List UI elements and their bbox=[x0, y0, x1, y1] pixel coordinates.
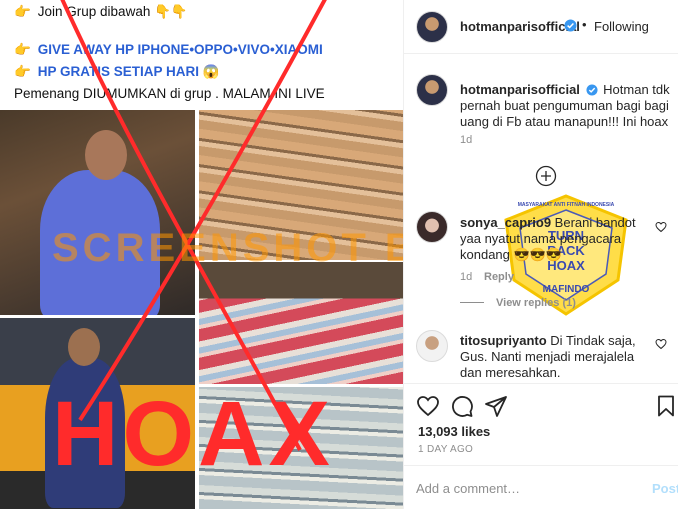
comment-icon[interactable] bbox=[450, 394, 474, 418]
comment-heart-icon[interactable] bbox=[655, 338, 667, 350]
avatar[interactable] bbox=[416, 211, 448, 243]
plus-circle-icon[interactable] bbox=[535, 165, 557, 187]
pointing-hand-icon: 👉 bbox=[14, 4, 31, 19]
post-image-line: 👉 HP GRATIS SETIAP HARI 😱 bbox=[14, 64, 220, 79]
avatar[interactable] bbox=[416, 74, 448, 106]
comment-heart-icon[interactable] bbox=[655, 221, 667, 233]
view-replies-line bbox=[460, 302, 484, 303]
view-replies-button[interactable]: View replies (1) bbox=[460, 297, 576, 309]
caption-username[interactable]: hotmanparisofficial bbox=[460, 82, 580, 97]
post-image: 👉 Join Grup dibawah 👇👇 👉 GIVE AWAY HP IP… bbox=[0, 0, 403, 509]
action-bar bbox=[404, 383, 678, 428]
screenshot-watermark: SCREENSHOT BY bbox=[52, 226, 403, 270]
comment-timestamp[interactable]: 1d bbox=[460, 271, 472, 283]
pointing-down-icon: 👇👇 bbox=[154, 4, 188, 19]
person-photo bbox=[0, 110, 195, 315]
share-icon[interactable] bbox=[484, 394, 508, 418]
post-caption: hotmanparisofficial Hotman tdk pernah bu… bbox=[460, 82, 672, 130]
post-comment-button[interactable]: Post bbox=[652, 481, 678, 496]
caption-timestamp[interactable]: 1d bbox=[460, 134, 472, 146]
comment-username[interactable]: titosupriyanto bbox=[460, 333, 547, 348]
post-image-text-panel: 👉 Join Grup dibawah 👇👇 👉 GIVE AWAY HP IP… bbox=[0, 0, 403, 108]
post-panel: hotmanparisofficial • Following hotmanpa… bbox=[403, 0, 678, 509]
person-head bbox=[85, 130, 127, 180]
verified-badge-icon bbox=[586, 84, 598, 96]
pointing-hand-icon: 👉 bbox=[14, 42, 31, 57]
verified-badge-icon bbox=[564, 19, 577, 32]
avatar[interactable] bbox=[416, 11, 448, 43]
following-button[interactable]: Following bbox=[594, 19, 649, 34]
screaming-face-icon: 😱 bbox=[202, 64, 220, 79]
post-header: hotmanparisofficial • Following bbox=[404, 0, 678, 54]
post-image-line: Pemenang DIUMUMKAN di grup . MALAM INI L… bbox=[14, 86, 325, 101]
header-separator: • bbox=[582, 17, 587, 32]
comment-username[interactable]: sonya_caprio9 bbox=[460, 215, 551, 230]
comment-input[interactable] bbox=[416, 476, 636, 500]
bookmark-icon[interactable] bbox=[654, 394, 678, 418]
comment-item: titosupriyanto Di Tindak saja, Gus. Nant… bbox=[460, 333, 656, 381]
pointing-hand-icon: 👉 bbox=[14, 64, 31, 79]
hoax-stamp: HOAX bbox=[52, 383, 334, 485]
header-username[interactable]: hotmanparisofficial bbox=[460, 19, 580, 34]
reply-button[interactable]: Reply bbox=[484, 271, 514, 283]
money-stack-photo bbox=[199, 262, 403, 384]
comment-item: sonya_caprio9 Berani bandot yaa nyatut n… bbox=[460, 215, 656, 263]
comment-box: Post bbox=[404, 465, 678, 509]
likes-count[interactable]: 13,093 likes bbox=[418, 424, 490, 439]
post-date: 1 DAY AGO bbox=[418, 444, 474, 455]
heart-icon[interactable] bbox=[416, 394, 440, 418]
post-image-line: 👉 GIVE AWAY HP IPHONE•OPPO•VIVO•XIAOMI bbox=[14, 42, 323, 57]
avatar[interactable] bbox=[416, 330, 448, 362]
person-head bbox=[68, 328, 100, 366]
post-image-line: 👉 Join Grup dibawah 👇👇 bbox=[14, 4, 188, 19]
